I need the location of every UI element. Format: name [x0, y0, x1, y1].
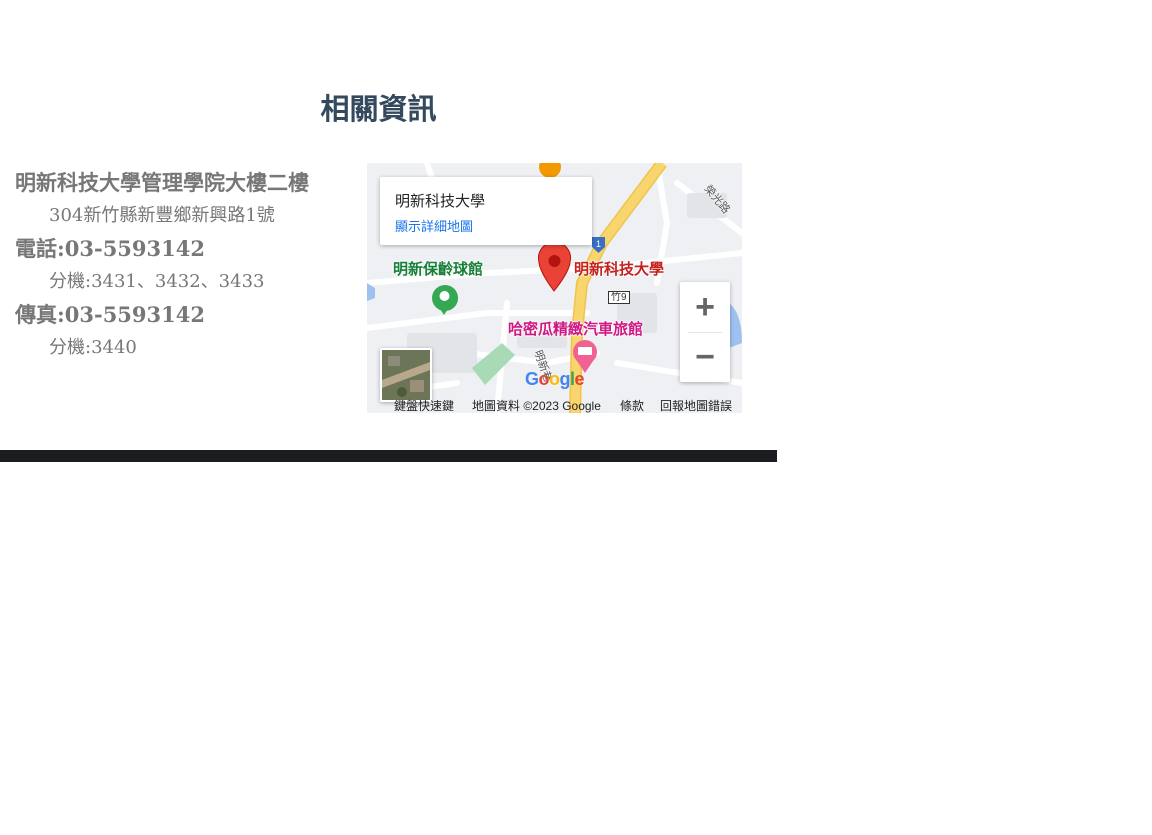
location-name: 明新科技大學管理學院大樓二樓 [15, 170, 309, 195]
satellite-toggle-button[interactable] [380, 348, 432, 402]
terms-link[interactable]: 條款 [620, 397, 644, 413]
poi-bowling-label[interactable]: 明新保齡球館 [393, 258, 483, 279]
contact-info: 明新科技大學管理學院大樓二樓 304新竹縣新豐鄉新興路1號 電話:03-5593… [15, 168, 360, 366]
place-name: 明新科技大學 [395, 193, 486, 210]
place-card: 明新科技大學 顯示詳細地圖 [380, 177, 592, 245]
road-badge: 竹9 [608, 291, 630, 304]
google-logo: Google [525, 369, 585, 389]
zoom-controls: + − [680, 282, 730, 382]
satellite-thumbnail-icon [382, 350, 430, 400]
view-larger-map-link[interactable]: 顯示詳細地圖 [395, 216, 473, 235]
page-title: 相關資訊 [320, 94, 437, 126]
phone-extensions: 分機:3431、3432、3433 [49, 271, 265, 292]
embedded-map[interactable]: 明新科技大學 顯示詳細地圖 明新科技大學 明新保齡球館 哈密瓜精緻汽車旅館 竹9… [367, 163, 742, 413]
fax-extension: 分機:3440 [49, 337, 137, 358]
report-error-link[interactable]: 回報地圖錯誤 [660, 397, 732, 413]
phone-number: 電話:03-5593142 [15, 236, 205, 261]
fax-number: 傳真:03-5593142 [15, 302, 205, 327]
address-text: 304新竹縣新豐鄉新興路1號 [49, 205, 275, 226]
route-badge-label: 1 [596, 239, 602, 249]
keyboard-shortcuts-link[interactable]: 鍵盤快速鍵 [394, 397, 454, 413]
map-footer: 鍵盤快速鍵 地圖資料 ©2023 Google 條款 回報地圖錯誤 [367, 395, 742, 413]
marker-label[interactable]: 明新科技大學 [574, 258, 664, 279]
poi-motel-label[interactable]: 哈密瓜精緻汽車旅館 [508, 318, 643, 339]
zoom-in-button[interactable]: + [680, 282, 730, 332]
footer-bar [0, 450, 777, 462]
map-data-attribution: 地圖資料 ©2023 Google [472, 399, 601, 413]
zoom-out-button[interactable]: − [680, 332, 730, 382]
